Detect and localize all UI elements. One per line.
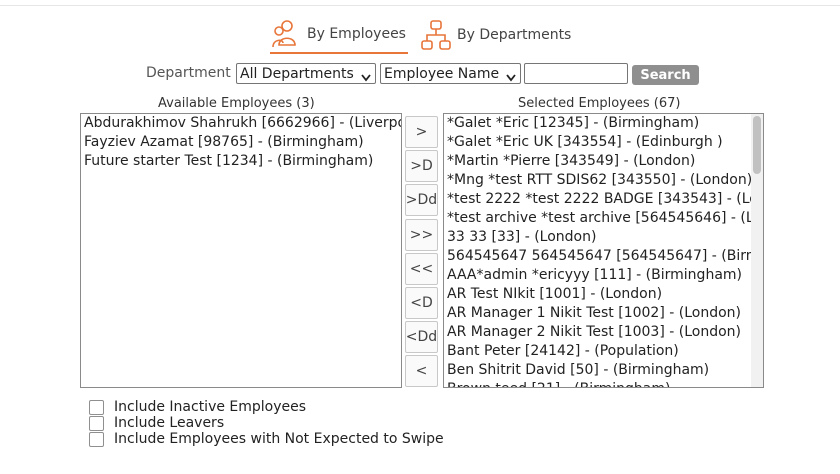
move-department-deep-right-button[interactable]: >Dd bbox=[405, 184, 438, 216]
selected-employees-header: Selected Employees (67) bbox=[518, 96, 681, 111]
move-department-left-button[interactable]: <D bbox=[405, 287, 438, 319]
tab-by-employees[interactable]: By Employees bbox=[270, 16, 408, 54]
move-department-deep-left-button[interactable]: <Dd bbox=[405, 321, 438, 353]
department-select-value: All Departments bbox=[240, 65, 354, 82]
list-item[interactable]: Ben Shitrit David [50] - (Birmingham) bbox=[444, 361, 753, 380]
list-item[interactable]: *Mng *test RTT SDIS62 [343550] - (London… bbox=[444, 171, 753, 190]
include-inactive-label: Include Inactive Employees bbox=[114, 399, 307, 415]
scrollbar-thumb[interactable] bbox=[753, 116, 761, 174]
include-leavers-label: Include Leavers bbox=[114, 415, 225, 431]
move-selected-left-button[interactable]: < bbox=[405, 355, 438, 387]
list-item[interactable]: Future starter Test [1234] - (Birmingham… bbox=[81, 152, 401, 171]
move-selected-right-button[interactable]: > bbox=[405, 116, 438, 148]
list-item[interactable]: 33 33 [33] - (London) bbox=[444, 228, 753, 247]
list-item[interactable]: AR Test NIkit [1001] - (London) bbox=[444, 285, 753, 304]
list-item[interactable]: AR Manager 1 Nikit Test [1002] - (London… bbox=[444, 304, 753, 323]
list-item[interactable]: *Galet *Eric UK [343554] - (Edinburgh ) bbox=[444, 133, 753, 152]
include-leavers-option[interactable]: Include Leavers bbox=[89, 415, 224, 431]
list-item[interactable]: Bant Peter [24142] - (Population) bbox=[444, 342, 753, 361]
available-employees-list[interactable]: Abdurakhimov Shahrukh [6662966] - (Liver… bbox=[80, 113, 402, 388]
include-inactive-checkbox[interactable] bbox=[89, 399, 104, 415]
filter-bar: Department All Departments Employee Name… bbox=[0, 62, 840, 86]
include-not-expected-option[interactable]: Include Employees with Not Expected to S… bbox=[89, 431, 444, 447]
people-icon bbox=[270, 18, 302, 50]
list-item[interactable]: Abdurakhimov Shahrukh [6662966] - (Liver… bbox=[81, 114, 401, 133]
chevron-down-icon bbox=[506, 70, 516, 86]
list-item[interactable]: *test archive *test archive [564545646] … bbox=[444, 209, 753, 228]
sort-select[interactable]: Employee Name bbox=[380, 63, 521, 84]
list-item[interactable]: *Martin *Pierre [343549] - (London) bbox=[444, 152, 753, 171]
search-input[interactable] bbox=[524, 63, 628, 84]
move-all-right-button[interactable]: >> bbox=[405, 219, 438, 251]
list-item[interactable]: Brown teed [21] - (Birmingham) bbox=[444, 380, 753, 387]
include-not-expected-checkbox[interactable] bbox=[89, 431, 104, 447]
available-employees-header: Available Employees (3) bbox=[158, 96, 315, 111]
department-select[interactable]: All Departments bbox=[236, 63, 376, 84]
list-item[interactable]: *Galet *Eric [12345] - (Birmingham) bbox=[444, 114, 753, 133]
department-label: Department bbox=[146, 65, 231, 81]
include-not-expected-label: Include Employees with Not Expected to S… bbox=[114, 431, 444, 447]
chevron-down-icon bbox=[361, 70, 371, 86]
list-item[interactable]: AR Manager 2 Nikit Test [1003] - (London… bbox=[444, 323, 753, 342]
tab-by-departments[interactable]: By Departments bbox=[420, 16, 580, 54]
list-item[interactable]: 564545647 564545647 [564545647] - (Birmi… bbox=[444, 247, 753, 266]
search-button[interactable]: Search bbox=[632, 65, 699, 85]
org-chart-icon bbox=[420, 19, 452, 51]
move-department-right-button[interactable]: >D bbox=[405, 150, 438, 182]
top-divider bbox=[0, 5, 840, 6]
include-leavers-checkbox[interactable] bbox=[89, 415, 104, 431]
sort-select-value: Employee Name bbox=[384, 65, 500, 82]
tab-label: By Employees bbox=[307, 26, 406, 42]
scrollbar-track[interactable] bbox=[751, 114, 763, 387]
list-item[interactable]: AAA*admin *ericyyy [111] - (Birmingham) bbox=[444, 266, 753, 285]
include-inactive-option[interactable]: Include Inactive Employees bbox=[89, 399, 306, 415]
tab-label: By Departments bbox=[457, 27, 572, 43]
list-item[interactable]: Fayziev Azamat [98765] - (Birmingham) bbox=[81, 133, 401, 152]
list-item[interactable]: *test 2222 *test 2222 BADGE [343543] - (… bbox=[444, 190, 753, 209]
selected-employees-list[interactable]: *Galet *Eric [12345] - (Birmingham) *Gal… bbox=[443, 113, 764, 388]
move-all-left-button[interactable]: << bbox=[405, 253, 438, 285]
